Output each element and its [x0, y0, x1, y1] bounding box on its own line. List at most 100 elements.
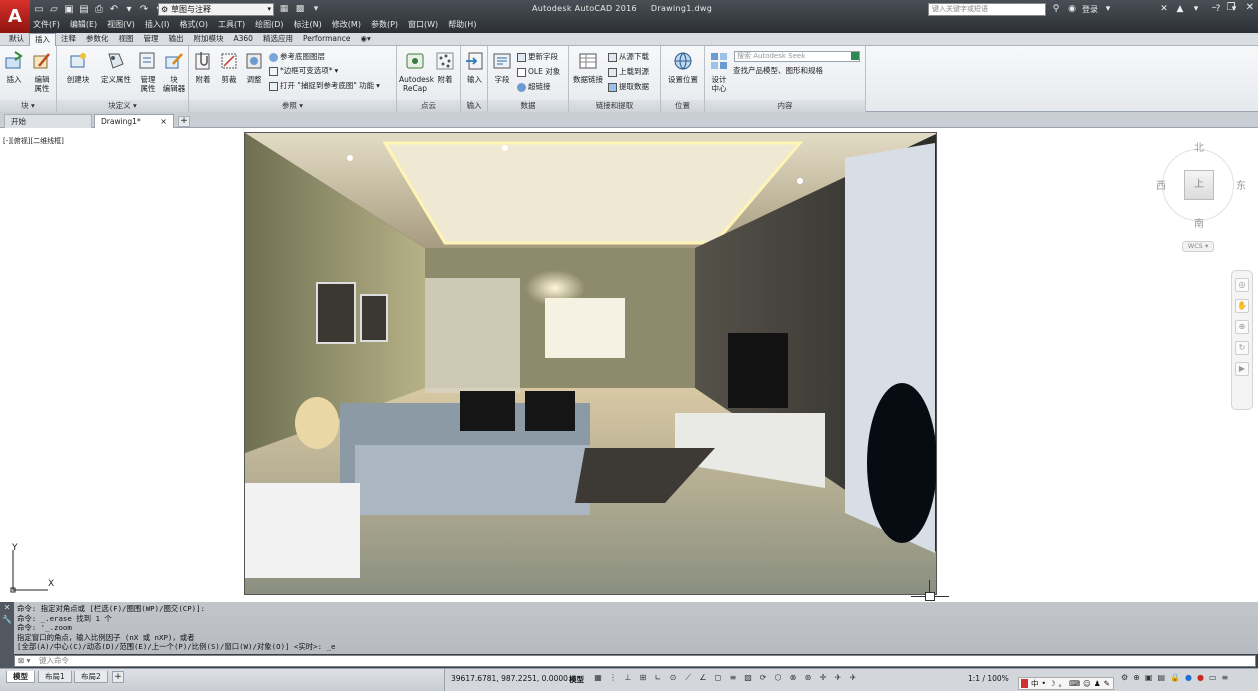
panel-block-definition-title[interactable]: 块定义 ▾ — [57, 100, 188, 112]
save-icon[interactable]: ▣ — [63, 4, 75, 16]
annotation-monitor-icon[interactable]: ⊕ — [1133, 673, 1140, 682]
tab-manage[interactable]: 管理 — [139, 33, 164, 45]
panel-location-title[interactable]: 位置 — [661, 100, 704, 112]
close-icon[interactable]: ✕ — [1246, 2, 1254, 13]
field-button[interactable]: 字段 — [490, 50, 514, 84]
open-file-icon[interactable]: ▱ — [48, 4, 60, 16]
application-menu-button[interactable]: A — [0, 0, 30, 33]
menu-help[interactable]: 帮助(H) — [448, 19, 476, 30]
ribbon-toggle-icon[interactable]: ◉▾ — [355, 33, 375, 45]
viewcube[interactable]: 北 南 东 西 上 WCS ▾ — [1150, 137, 1250, 252]
adjust-reference-button[interactable]: 调整 — [242, 50, 266, 84]
snap-mode-icon[interactable]: ⋮ — [608, 673, 618, 683]
tab-model[interactable]: 模型 — [6, 671, 35, 683]
quick-properties-icon[interactable]: ▤ — [1157, 673, 1165, 682]
upload-to-source-button[interactable]: 上载到源 — [608, 67, 649, 77]
tab-layout1[interactable]: 布局1 — [38, 671, 72, 683]
object-snap-tracking-icon[interactable]: ∠ — [698, 673, 708, 683]
isolate-objects-icon[interactable]: ● — [1185, 673, 1192, 682]
undo-dropdown-icon[interactable]: ▾ — [123, 4, 135, 16]
ole-object-button[interactable]: OLE 对象 — [517, 67, 560, 77]
zoom-extents-icon[interactable]: ⊕ — [1235, 320, 1249, 334]
download-from-source-button[interactable]: 从源下载 — [608, 52, 649, 62]
new-tab-button[interactable]: + — [178, 116, 190, 127]
menu-tools[interactable]: 工具(T) — [218, 19, 245, 30]
customization-icon[interactable]: ≡ — [1222, 673, 1229, 682]
close-tab-icon[interactable]: × — [160, 115, 167, 128]
ime-keyboard-icon[interactable]: ⌨ — [1069, 679, 1080, 688]
viewcube-top-face[interactable]: 上 — [1184, 170, 1214, 200]
menu-format[interactable]: 格式(O) — [179, 19, 208, 30]
transparency-icon[interactable]: ▨ — [743, 673, 753, 683]
binoculars-icon[interactable]: ⚲ — [1050, 3, 1062, 15]
units-icon[interactable]: ▣ — [1145, 673, 1153, 682]
close-command-icon[interactable]: ✕ — [0, 602, 14, 614]
panel-content-title[interactable]: 内容 — [705, 100, 865, 112]
define-attribute-button[interactable]: 定义属性 — [99, 50, 133, 84]
dynamic-ucs-icon[interactable]: ⊗ — [788, 673, 798, 683]
hyperlink-button[interactable]: 超链接 — [517, 82, 551, 92]
compass-north[interactable]: 北 — [1194, 139, 1204, 154]
tab-a360[interactable]: A360 — [229, 33, 258, 45]
set-location-button[interactable]: 设置位置 — [664, 50, 702, 84]
viewport-controls-label[interactable]: [-][俯视][二维线框] — [3, 136, 64, 146]
undo-icon[interactable]: ↶ — [108, 4, 120, 16]
lock-ui-icon[interactable]: 🔒 — [1170, 673, 1180, 682]
compass-east[interactable]: 东 — [1236, 177, 1246, 192]
tab-start[interactable]: 开始 — [4, 114, 92, 128]
add-layout-button[interactable]: + — [112, 671, 124, 683]
hardware-acceleration-icon[interactable]: ● — [1197, 673, 1204, 682]
block-editor-button[interactable]: 块 编辑器 — [161, 50, 187, 93]
command-prompt-icon[interactable]: ⊠ ▾ — [18, 656, 30, 666]
properties-icon[interactable]: ▩ — [294, 3, 306, 15]
cursor-coordinates[interactable]: 39617.6781, 987.2251, 0.0000 — [451, 674, 568, 683]
lineweight-icon[interactable]: ≡ — [728, 673, 738, 683]
panel-point-cloud-title[interactable]: 点云 — [397, 100, 460, 112]
ime-tool-icon[interactable]: ✎ — [1104, 679, 1110, 688]
customize-command-icon[interactable]: 🔧 — [0, 614, 14, 626]
raster-image-living-room[interactable] — [244, 132, 937, 595]
manage-attributes-button[interactable]: 管理 属性 — [137, 50, 159, 93]
restore-icon[interactable]: ❐ — [1227, 2, 1236, 13]
tab-performance[interactable]: Performance — [298, 33, 356, 45]
menu-window[interactable]: 窗口(W) — [408, 19, 438, 30]
data-link-button[interactable]: 数据链接 — [571, 50, 605, 84]
ime-dot-icon[interactable]: 。 — [1059, 678, 1067, 689]
wcs-menu[interactable]: WCS ▾ — [1182, 241, 1214, 252]
polar-tracking-icon[interactable]: ⊙ — [668, 673, 678, 683]
ime-user-icon[interactable]: ☺ — [1083, 679, 1091, 688]
exchange-icon[interactable]: ✕ — [1158, 3, 1170, 15]
menu-draw[interactable]: 绘图(D) — [255, 19, 283, 30]
3d-osnap-icon[interactable]: ⬡ — [773, 673, 783, 683]
panel-data-title[interactable]: 数据 — [488, 100, 568, 112]
compass-west[interactable]: 西 — [1156, 177, 1166, 192]
infer-constraints-icon[interactable]: ⊥ — [623, 673, 633, 683]
extract-data-button[interactable]: 提取数据 — [608, 82, 649, 92]
seek-go-icon[interactable] — [851, 52, 859, 60]
attach-point-cloud-button[interactable]: 附着 — [433, 50, 457, 84]
menu-insert[interactable]: 插入(I) — [145, 19, 170, 30]
drawing-canvas[interactable]: [-][俯视][二维线框] 北 南 东 西 上 WCS ▾ ◎ ✋ ⊕ ↻ ▶ … — [0, 129, 1258, 602]
isodraft-icon[interactable]: ⟋ — [683, 673, 693, 683]
ime-moon-icon[interactable]: ☽ — [1049, 679, 1056, 688]
menu-parametric[interactable]: 参数(P) — [371, 19, 398, 30]
menu-file[interactable]: 文件(F) — [33, 19, 60, 30]
layer-icon[interactable]: ▦ — [278, 3, 290, 15]
menu-view[interactable]: 视图(V) — [107, 19, 135, 30]
tab-parametric[interactable]: 参数化 — [81, 33, 114, 45]
tab-default[interactable]: 默认 — [4, 33, 29, 45]
minimize-icon[interactable]: – — [1212, 2, 1217, 13]
annotation-visibility-icon[interactable]: ✈ — [833, 673, 843, 683]
object-snap-icon[interactable]: ◻ — [713, 673, 723, 683]
snap-underlay-dropdown[interactable]: 打开 "捕捉到参考底图" 功能 ▾ — [269, 81, 380, 91]
selection-filter-icon[interactable]: ⊛ — [803, 673, 813, 683]
edit-attribute-button[interactable]: 编辑 属性 — [30, 50, 54, 93]
panel-linking-title[interactable]: 链接和提取 — [569, 100, 660, 112]
panel-import-title[interactable]: 输入 — [461, 100, 487, 112]
clip-reference-button[interactable]: 剪裁 — [217, 50, 241, 84]
frames-vary-dropdown[interactable]: *边框可变选项* ▾ — [269, 66, 338, 76]
print-icon[interactable]: ⎙ — [93, 4, 105, 16]
panel-reference-title[interactable]: 参照 ▾ — [189, 100, 396, 112]
tab-layout2[interactable]: 布局2 — [74, 671, 108, 683]
tab-featured-apps[interactable]: 精选应用 — [258, 33, 298, 45]
